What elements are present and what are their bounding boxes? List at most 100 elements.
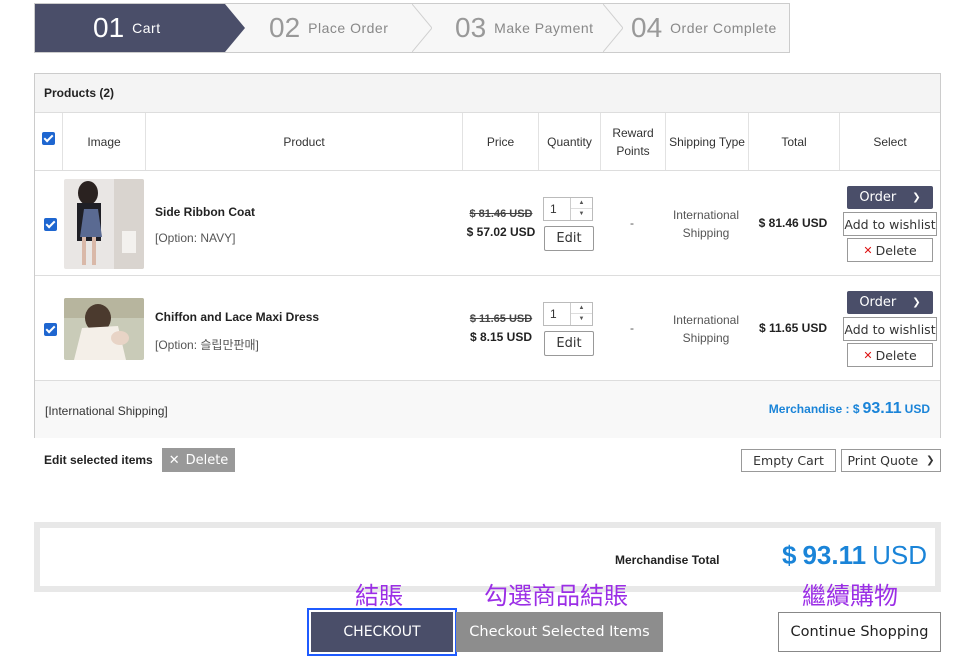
col-total: Total	[749, 113, 840, 170]
shipping-type-value: International Shipping	[672, 208, 740, 240]
step-arrow	[225, 4, 245, 52]
edit-selected-label: Edit selected items	[44, 453, 153, 467]
close-icon: ✕	[863, 243, 873, 257]
merchandise-subtotal: Merchandise : $ 93.11 USD	[769, 400, 930, 418]
delete-selected-button[interactable]: ✕ Delete	[162, 448, 235, 472]
print-quote-button[interactable]: Print Quote ❯	[841, 449, 941, 472]
item-total: $ 81.46 USD	[758, 216, 828, 230]
step-number: 04	[631, 12, 663, 43]
delete-label: Delete	[875, 242, 917, 258]
order-button[interactable]: Order ❯	[847, 291, 933, 314]
increase-icon[interactable]: ▲	[571, 303, 592, 314]
quantity-spinner[interactable]: ▲ ▼	[570, 198, 592, 220]
product-option: [Option: NAVY]	[155, 231, 236, 245]
cart-heading: Products (2)	[35, 74, 940, 113]
delete-selected-label: Delete	[185, 452, 229, 468]
price-sale: $ 57.02 USD	[466, 225, 536, 239]
annotation-checkout: 結賬	[355, 582, 403, 610]
quantity-spinner[interactable]: ▲ ▼	[570, 303, 592, 325]
product-name[interactable]: Side Ribbon Coat	[155, 205, 255, 219]
delete-button[interactable]: ✕ Delete	[847, 343, 933, 367]
cart-table: Products (2) Image Product Price Quantit…	[34, 73, 941, 438]
reward-points-value: -	[630, 216, 634, 230]
col-quantity: Quantity	[539, 113, 601, 170]
order-label: Order	[859, 190, 897, 205]
print-quote-label: Print Quote	[847, 453, 919, 468]
select-all-checkbox[interactable]	[42, 132, 55, 145]
chevron-right-icon	[412, 4, 432, 52]
step-label: Place Order	[308, 20, 389, 36]
price-sale: $ 8.15 USD	[469, 330, 533, 344]
item-checkbox[interactable]	[44, 218, 57, 231]
checkout-selected-button[interactable]: Checkout Selected Items	[456, 612, 663, 652]
order-button[interactable]: Order ❯	[847, 186, 933, 209]
table-row: Side Ribbon Coat [Option: NAVY] $ 81.46 …	[35, 171, 940, 276]
total-value: 93.11	[802, 540, 867, 570]
edit-quantity-button[interactable]: Edit	[544, 331, 594, 356]
currency-code: USD	[872, 540, 928, 570]
col-image: Image	[63, 113, 146, 170]
merchandise-total-label: Merchandise Total	[615, 553, 720, 567]
add-to-wishlist-button[interactable]: Add to wishlist	[843, 212, 937, 236]
shipping-type-value: International Shipping	[672, 313, 740, 345]
delete-label: Delete	[875, 347, 917, 363]
merchandise-label: Merchandise : $	[768, 402, 860, 416]
product-image[interactable]	[64, 298, 144, 360]
merchandise-amount: 93.11	[862, 400, 902, 417]
quantity-stepper[interactable]: 1 ▲ ▼	[543, 302, 593, 326]
step-number: 01	[93, 12, 125, 43]
chevron-right-icon: ❯	[912, 192, 921, 203]
col-shipping-type: Shipping Type	[666, 113, 749, 170]
chevron-right-icon: ❯	[926, 455, 935, 466]
item-total: $ 11.65 USD	[758, 321, 828, 335]
reward-points-value: -	[630, 321, 634, 335]
add-to-wishlist-button[interactable]: Add to wishlist	[843, 317, 937, 341]
cart-footer: [International Shipping] Merchandise : $…	[35, 381, 940, 438]
merchandise-total-amount: $ 93.11 USD	[782, 540, 927, 571]
step-label: Make Payment	[494, 20, 594, 36]
continue-shopping-button[interactable]: Continue Shopping	[778, 612, 941, 652]
edit-quantity-button[interactable]: Edit	[544, 226, 594, 251]
col-product: Product	[146, 113, 463, 170]
currency-symbol: $	[782, 540, 797, 570]
merchandise-currency: USD	[904, 402, 930, 416]
decrease-icon[interactable]: ▼	[571, 314, 592, 325]
step-number: 03	[455, 12, 487, 43]
col-reward-points: Reward Points	[601, 113, 666, 170]
chevron-right-icon: ❯	[912, 297, 921, 308]
col-select: Select	[873, 134, 907, 149]
step-label: Cart	[132, 20, 161, 36]
table-row: Chiffon and Lace Maxi Dress [Option: 슬립만…	[35, 276, 940, 381]
quantity-value[interactable]: 1	[550, 307, 557, 321]
increase-icon[interactable]: ▲	[571, 198, 592, 209]
empty-cart-button[interactable]: Empty Cart	[741, 449, 836, 472]
product-option: [Option: 슬립만판매]	[155, 338, 259, 352]
step-order-complete: 04 Order Complete	[631, 4, 777, 52]
close-icon: ✕	[863, 348, 873, 362]
delete-button[interactable]: ✕ Delete	[847, 238, 933, 262]
item-checkbox[interactable]	[44, 323, 57, 336]
order-label: Order	[859, 295, 897, 310]
checkout-steps: 01 Cart 02 Place Order 03 Make Payment 0…	[34, 3, 790, 53]
step-place-order: 02 Place Order	[269, 4, 388, 52]
quantity-stepper[interactable]: 1 ▲ ▼	[543, 197, 593, 221]
select-all-cell	[35, 113, 63, 170]
price-original: $ 11.65 USD	[469, 313, 533, 325]
close-icon: ✕	[168, 452, 180, 468]
step-make-payment: 03 Make Payment	[455, 4, 594, 52]
step-number: 02	[269, 12, 301, 43]
checkout-label: CHECKOUT	[311, 612, 453, 652]
chevron-right-icon	[603, 4, 623, 52]
step-label: Order Complete	[670, 20, 777, 36]
step-cart: 01 Cart	[35, 4, 225, 52]
annotation-checkout-selected: 勾選商品結賬	[484, 582, 628, 610]
product-image[interactable]	[64, 179, 144, 269]
shipping-group-label: [International Shipping]	[45, 404, 168, 418]
annotation-continue-shopping: 繼續購物	[802, 582, 898, 610]
col-price: Price	[463, 113, 539, 170]
decrease-icon[interactable]: ▼	[571, 209, 592, 220]
table-header: Image Product Price Quantity Reward Poin…	[35, 113, 940, 171]
product-name[interactable]: Chiffon and Lace Maxi Dress	[155, 310, 319, 324]
checkout-button[interactable]: CHECKOUT	[307, 608, 457, 656]
quantity-value[interactable]: 1	[550, 202, 557, 216]
